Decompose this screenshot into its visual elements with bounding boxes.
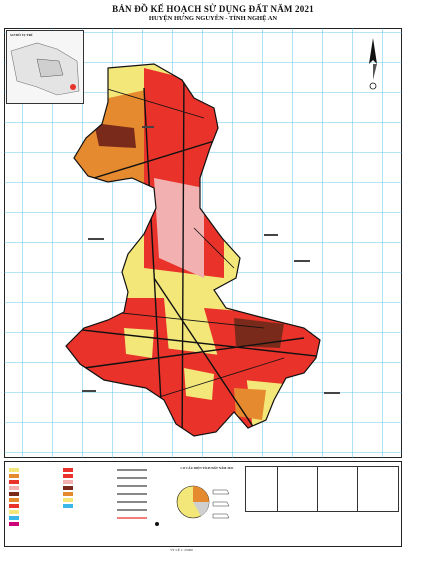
location-inset-map: SƠ ĐỒ VỊ TRÍ (6, 30, 84, 104)
chart-title: CƠ CẤU DIỆN TÍCH ĐẤT NĂM 2021 (180, 466, 234, 470)
map-title: BẢN ĐỒ KẾ HOẠCH SỬ DỤNG ĐẤT NĂM 2021 (112, 4, 314, 14)
scale-text: TỶ LỆ 1: 25000 (170, 548, 194, 552)
map-subtitle: HUYỆN HƯNG NGUYÊN - TỈNH NGHỆ AN (148, 15, 278, 22)
signature-box-2 (277, 466, 319, 512)
north-arrow-icon (369, 38, 377, 90)
land-use-legend (9, 468, 159, 526)
location-marker-icon (70, 84, 76, 90)
signature-box-4 (357, 466, 399, 512)
signature-box-3 (317, 466, 359, 512)
legend-panel: CƠ CẤU DIỆN TÍCH ĐẤT NĂM 2021 (4, 461, 402, 547)
land-structure-chart: CƠ CẤU DIỆN TÍCH ĐẤT NĂM 2021 (171, 464, 243, 542)
